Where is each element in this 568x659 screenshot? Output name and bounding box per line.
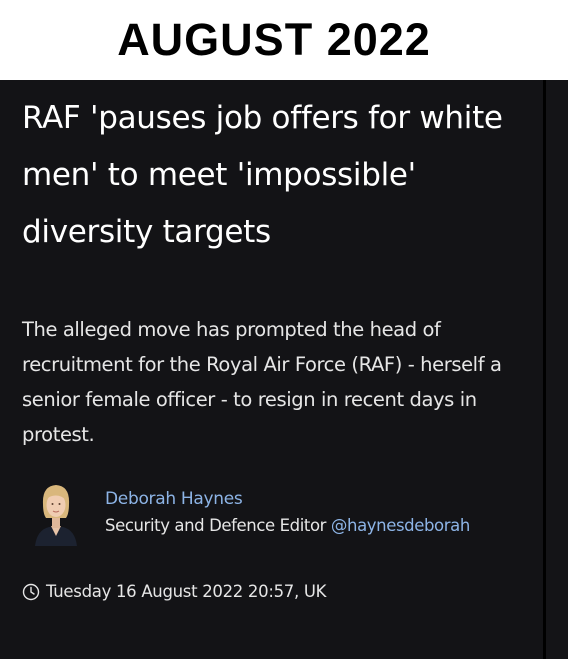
clock-icon xyxy=(22,583,40,600)
author-name-link[interactable]: Deborah Haynes xyxy=(105,489,243,509)
author-twitter-handle[interactable]: @haynesdeborah xyxy=(331,516,470,535)
publish-timestamp: Tuesday 16 August 2022 20:57, UK xyxy=(46,582,327,601)
banner-title: AUGUST 2022 xyxy=(117,14,431,65)
article-standfirst: The alleged move has prompted the head o… xyxy=(22,318,502,446)
author-avatar[interactable] xyxy=(33,480,79,546)
publish-date: Tuesday 16 August 2022 20:57, UK xyxy=(22,582,326,601)
author-byline: Security and Defence Editor @haynesdebor… xyxy=(105,516,470,535)
date-banner: AUGUST 2022 xyxy=(0,0,568,80)
adjacent-panel-edge xyxy=(546,80,568,659)
article-headline: RAF 'pauses job offers for white men' to… xyxy=(22,100,503,250)
author-role: Security and Defence Editor xyxy=(105,516,327,535)
